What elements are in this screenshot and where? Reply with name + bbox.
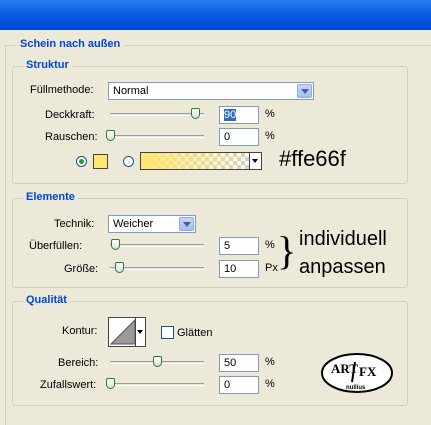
gradient-radio[interactable] (123, 156, 134, 167)
groesse-input[interactable]: 10 (219, 260, 259, 278)
technik-select[interactable]: Weicher (108, 215, 196, 233)
fuellmethode-select[interactable]: Normal (108, 82, 314, 100)
elemente-group: Elemente Technik: Weicher Überfüllen: 5 … (12, 191, 408, 288)
glaetten-checkbox[interactable] (161, 326, 174, 339)
struktur-title: Struktur (23, 59, 72, 71)
outer-glow-dialog: Schein nach außen Struktur Füllmethode: … (0, 30, 431, 425)
logo-line3: nullius (346, 385, 366, 391)
chevron-down-icon[interactable] (179, 217, 194, 231)
struktur-group: Struktur Füllmethode: Normal Deckkraft: … (12, 59, 408, 184)
deckkraft-unit: % (265, 108, 275, 120)
zufall-slider-thumb[interactable] (106, 378, 115, 389)
glaetten-label: Glätten (177, 327, 213, 339)
ueberfuellen-slider-track[interactable] (110, 244, 204, 247)
zufall-unit: % (265, 378, 275, 390)
color-annotation: #ffe66f (279, 146, 346, 171)
qualitaet-group: Qualität Kontur: Glätten Bereich: 50 % Z… (12, 294, 408, 406)
fuellmethode-value: Normal (113, 85, 149, 97)
section-divider-vertical (5, 45, 6, 425)
bereich-slider-thumb[interactable] (153, 356, 162, 367)
deckkraft-input[interactable]: 90 (219, 106, 259, 124)
groesse-unit: Px (265, 262, 278, 274)
ueberfuellen-value: 5 (224, 240, 231, 252)
rauschen-value: 0 (224, 131, 231, 143)
rauschen-label: Rauschen: (45, 131, 98, 143)
brace-annotation: } (277, 228, 297, 273)
groesse-label: Größe: (64, 263, 99, 275)
note-line1: individuell (299, 228, 387, 250)
deckkraft-slider-thumb[interactable] (190, 108, 200, 119)
groesse-slider-track[interactable] (110, 267, 204, 270)
zufall-slider-track[interactable] (110, 383, 204, 386)
note-line2: anpassen (299, 256, 386, 278)
bereich-unit: % (265, 356, 275, 368)
groesse-slider-thumb[interactable] (115, 262, 125, 273)
deckkraft-slider-track[interactable] (110, 113, 204, 116)
qualitaet-title: Qualität (23, 294, 70, 306)
solid-color-radio[interactable] (76, 156, 87, 167)
kontur-label: Kontur: (62, 325, 98, 337)
fuellmethode-label: Füllmethode: (30, 84, 94, 96)
gradient-picker[interactable] (140, 152, 262, 170)
zufall-label: Zufallswert: (40, 379, 97, 391)
elemente-title: Elemente (23, 191, 78, 203)
rauschen-unit: % (265, 130, 275, 142)
technik-value: Weicher (113, 218, 154, 230)
logo-line2: FX (359, 364, 377, 379)
bereich-label: Bereich: (58, 357, 99, 369)
chevron-down-icon[interactable] (135, 318, 145, 346)
rauschen-slider-track[interactable] (110, 135, 204, 138)
technik-label: Technik: (54, 218, 95, 230)
zufall-value: 0 (224, 379, 231, 391)
deckkraft-label: Deckkraft: (45, 109, 95, 121)
rauschen-slider-thumb[interactable] (106, 130, 115, 141)
kontur-picker[interactable] (108, 317, 146, 347)
ueberfuellen-input[interactable]: 5 (219, 237, 259, 255)
section-title: Schein nach außen (16, 38, 125, 50)
artfx-logo: ART FX nullius (321, 353, 393, 393)
bereich-value: 50 (224, 357, 237, 369)
ueberfuellen-slider-thumb[interactable] (110, 239, 120, 250)
groesse-value: 10 (224, 263, 237, 275)
ueberfuellen-unit: % (265, 239, 275, 251)
bereich-input[interactable]: 50 (219, 354, 259, 372)
rauschen-input[interactable]: 0 (219, 128, 259, 146)
chevron-down-icon[interactable] (297, 84, 312, 98)
deckkraft-value: 90 (224, 109, 237, 121)
ueberfuellen-label: Überfüllen: (29, 240, 83, 252)
zufall-input[interactable]: 0 (219, 376, 259, 394)
color-swatch[interactable] (93, 154, 108, 169)
chevron-down-icon[interactable] (249, 153, 261, 169)
window-title-bar (0, 0, 431, 30)
